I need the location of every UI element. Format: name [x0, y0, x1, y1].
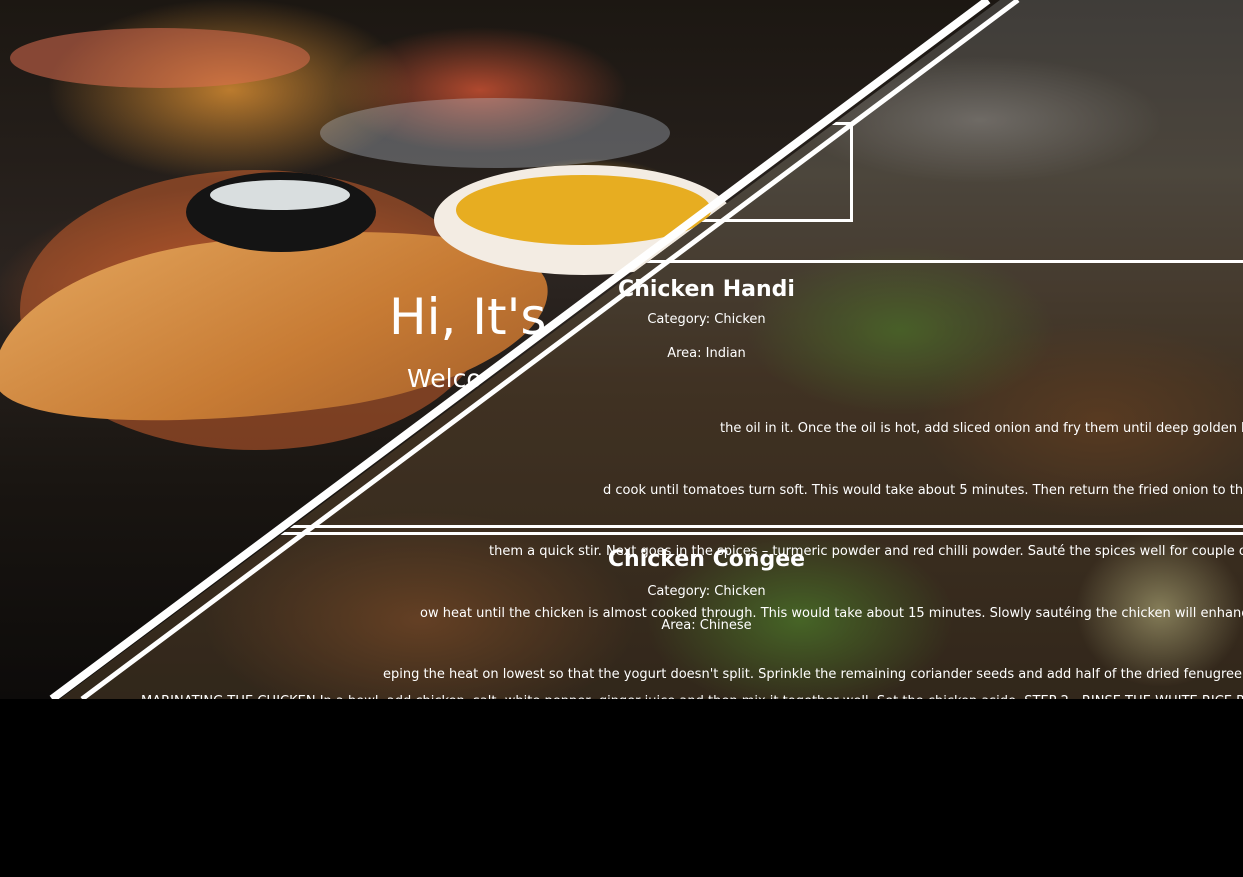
hero-image-bowl [186, 172, 376, 252]
hero-subtitle: Welco [407, 364, 482, 393]
hero-image-curry [456, 175, 711, 245]
instruction-line: ain the water. STEP 2 - BOILING THE WHIT… [99, 755, 1243, 771]
recipe-area: Area: Chinese [661, 618, 752, 633]
recipe-instructions: MARINATING THE CHICKEN In a bowl, add ch… [60, 651, 1243, 832]
hero-image-plate [10, 28, 310, 88]
hero-title: Hi, It's [389, 288, 547, 346]
instruction-line: und 20-25 minutes. After 25 minutes, thi… [84, 817, 1243, 832]
hero-image-chutney [210, 180, 350, 210]
hero-image-plate [320, 98, 670, 168]
instruction-line: MARINATING THE CHICKEN In a bowl, add ch… [141, 694, 1243, 709]
instruction-line: ything well. Sprinkle the remaining kasu… [372, 728, 1192, 744]
